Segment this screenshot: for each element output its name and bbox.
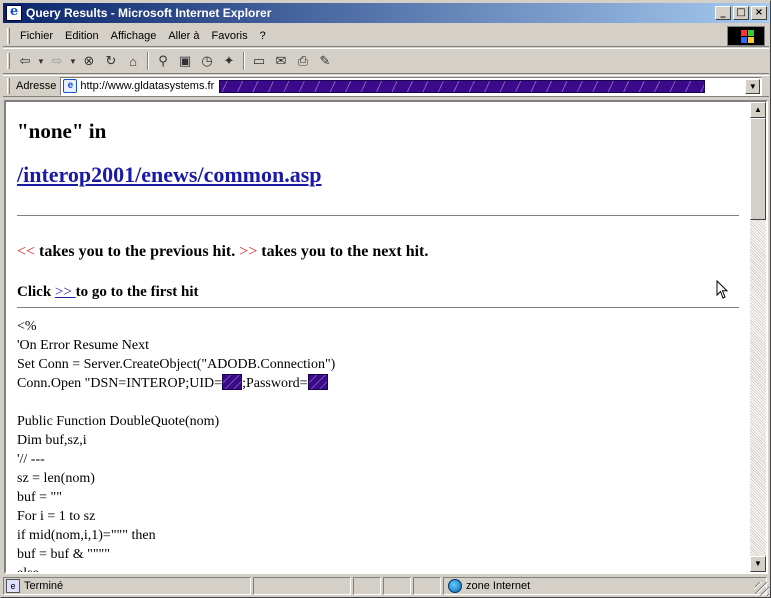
- back-arrow-icon[interactable]: ⇦: [14, 51, 36, 71]
- file-link[interactable]: /interop2001/enews/common.asp: [17, 162, 322, 188]
- zone-text: zone Internet: [466, 580, 531, 592]
- next-arrow: >>: [239, 243, 258, 260]
- page-icon: e: [63, 79, 78, 93]
- scroll-down-button[interactable]: ▼: [750, 556, 766, 572]
- address-dropdown-button[interactable]: ▼: [745, 78, 761, 94]
- menu-edition[interactable]: Edition: [59, 30, 105, 42]
- close-button[interactable]: ×: [751, 6, 767, 20]
- toolbar-separator: [243, 52, 245, 70]
- first-hit-link[interactable]: >>: [55, 284, 76, 300]
- globe-icon: [448, 579, 462, 593]
- status-text: Terminé: [24, 580, 64, 592]
- code-line-part: Conn.Open "DSN=INTEROP;UID=: [17, 376, 223, 391]
- forward-arrow-icon[interactable]: ⇨: [46, 51, 68, 71]
- nav-next-text: takes you to the next hit.: [257, 243, 429, 260]
- forward-dropdown-icon[interactable]: ▼: [68, 51, 78, 71]
- address-grip[interactable]: [7, 78, 10, 94]
- address-input[interactable]: e http://www.gldatasystems.fr ▼: [60, 76, 763, 96]
- code-line: '// ---: [17, 452, 45, 467]
- back-dropdown-icon[interactable]: ▼: [36, 51, 46, 71]
- favorites-icon[interactable]: ▣: [174, 51, 196, 71]
- first-hit-instruction: Click >> to go to the first hit: [17, 284, 199, 301]
- stop-icon[interactable]: ⊗: [78, 51, 100, 71]
- window-title: Query Results - Microsoft Internet Explo…: [26, 6, 272, 20]
- menu-favoris[interactable]: Favoris: [206, 30, 254, 42]
- edit-icon[interactable]: ✎: [314, 51, 336, 71]
- click-suffix: to go to the first hit: [75, 284, 199, 300]
- code-line-connection: Conn.Open "DSN=INTEROP;UID= ;Password=: [17, 374, 335, 393]
- source-code: <% 'On Error Resume Next Set Conn = Serv…: [17, 317, 335, 572]
- status-pane: [253, 577, 351, 595]
- status-pane: [383, 577, 411, 595]
- window-controls: _ □ ×: [713, 6, 767, 20]
- code-line: Dim buf,sz,i: [17, 433, 87, 448]
- search-icon[interactable]: ⚲: [152, 51, 174, 71]
- fullscreen-icon[interactable]: ▭: [248, 51, 270, 71]
- browser-window: Query Results - Microsoft Internet Explo…: [0, 0, 771, 598]
- page-content: "none" in /interop2001/enews/common.asp …: [6, 102, 750, 572]
- toolbar-grip[interactable]: [7, 53, 10, 69]
- vertical-scrollbar[interactable]: ▲ ▼: [750, 102, 766, 572]
- menu-help[interactable]: ?: [254, 30, 272, 42]
- status-bar: e Terminé zone Internet: [3, 576, 769, 596]
- horizontal-rule: [17, 215, 739, 217]
- code-line: buf = buf & """": [17, 547, 110, 562]
- redacted-password: [307, 374, 328, 390]
- nav-prev-text: takes you to the previous hit.: [35, 243, 240, 260]
- menu-bar: Fichier Edition Affichage Aller à Favori…: [3, 25, 769, 47]
- status-pane-main: e Terminé: [3, 577, 251, 595]
- menu-fichier[interactable]: Fichier: [14, 30, 59, 42]
- history-icon[interactable]: ◷: [196, 51, 218, 71]
- mail-icon[interactable]: ✉: [270, 51, 292, 71]
- code-line: 'On Error Resume Next: [17, 338, 149, 353]
- code-line: buf = "": [17, 490, 62, 505]
- toolbar-separator: [147, 52, 149, 70]
- menu-grip[interactable]: [7, 27, 10, 44]
- channels-icon[interactable]: ✦: [218, 51, 240, 71]
- address-label: Adresse: [16, 80, 57, 92]
- prev-arrow: <<: [17, 243, 36, 260]
- windows-logo-icon: [727, 26, 765, 46]
- code-line: if mid(nom,i,1)=""" then: [17, 528, 156, 543]
- redacted-uid: [222, 374, 243, 390]
- code-line: <%: [17, 319, 37, 334]
- page-viewport: "none" in /interop2001/enews/common.asp …: [4, 100, 768, 574]
- scroll-up-button[interactable]: ▲: [750, 102, 766, 118]
- print-icon[interactable]: ⎙: [292, 51, 314, 71]
- resize-grip-icon[interactable]: [755, 582, 769, 596]
- code-line-part: ;Password=: [242, 376, 308, 391]
- standard-toolbar: ⇦ ▼ ⇨ ▼ ⊗ ↻ ⌂ ⚲ ▣ ◷ ✦ ▭ ✉ ⎙ ✎: [3, 48, 769, 74]
- status-pane: [353, 577, 381, 595]
- home-icon[interactable]: ⌂: [122, 51, 144, 71]
- result-heading: "none" in: [17, 119, 107, 143]
- refresh-icon[interactable]: ↻: [100, 51, 122, 71]
- menu-affichage[interactable]: Affichage: [105, 30, 163, 42]
- address-bar: Adresse e http://www.gldatasystems.fr ▼: [3, 75, 769, 97]
- scroll-thumb[interactable]: [750, 118, 766, 220]
- title-bar[interactable]: Query Results - Microsoft Internet Explo…: [3, 3, 769, 23]
- code-line: else: [17, 564, 335, 572]
- ie-logo-icon[interactable]: [6, 4, 22, 21]
- nav-instructions: << takes you to the previous hit. >> tak…: [17, 243, 428, 261]
- code-line: For i = 1 to sz: [17, 509, 96, 524]
- address-url[interactable]: http://www.gldatasystems.fr: [80, 80, 214, 92]
- code-line: Set Conn = Server.CreateObject("ADODB.Co…: [17, 357, 336, 372]
- horizontal-rule: [17, 307, 739, 309]
- status-pane: [413, 577, 441, 595]
- page-done-icon: e: [6, 579, 20, 593]
- minimize-button[interactable]: _: [715, 6, 731, 20]
- redacted-url-region: [219, 79, 706, 93]
- maximize-button[interactable]: □: [733, 6, 749, 20]
- menu-aller-a[interactable]: Aller à: [162, 30, 205, 42]
- code-line: Public Function DoubleQuote(nom): [17, 414, 220, 429]
- click-prefix: Click: [17, 284, 55, 300]
- status-pane-zone: zone Internet: [443, 577, 767, 595]
- mouse-cursor-icon: [716, 280, 729, 299]
- code-line: sz = len(nom): [17, 471, 95, 486]
